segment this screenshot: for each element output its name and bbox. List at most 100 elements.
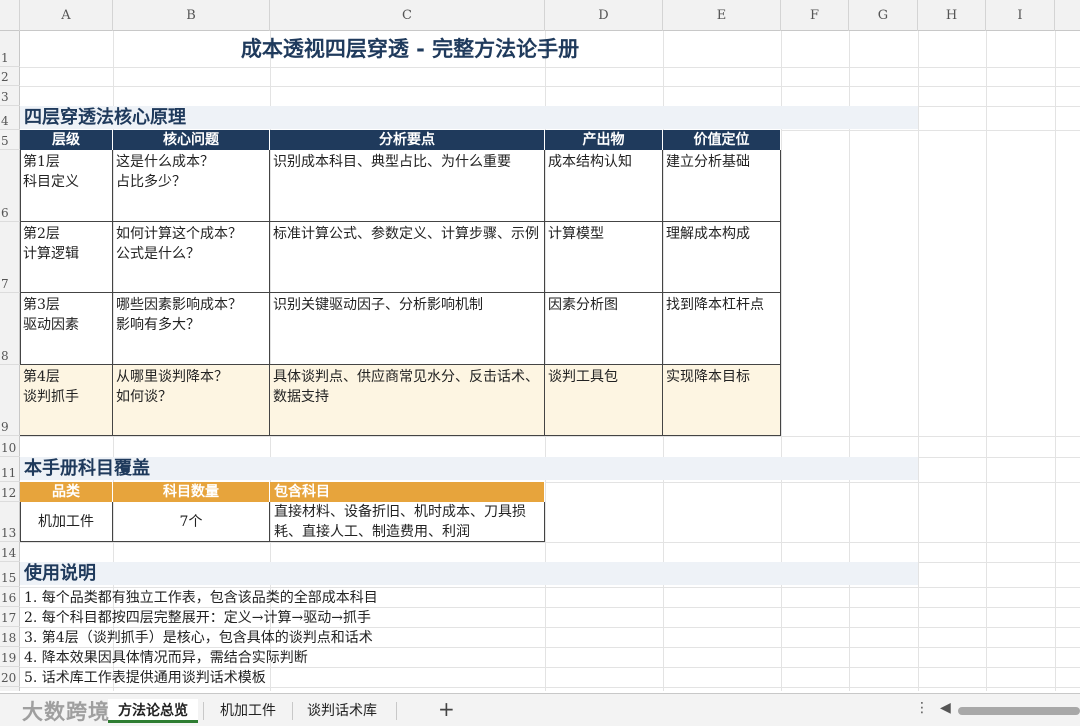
column-header-f[interactable]: F: [781, 0, 849, 31]
row-header[interactable]: 6: [0, 150, 20, 222]
table-cell-output[interactable]: 计算模型: [545, 222, 663, 293]
row-header[interactable]: 1: [0, 31, 20, 67]
row-number: 10: [1, 441, 17, 455]
row-number: 12: [1, 486, 17, 500]
grid-line: [20, 587, 1080, 588]
coverage-cell-category[interactable]: 机加工件: [20, 502, 113, 542]
table-cell-question[interactable]: 从哪里谈判降本？ 如何谈？: [113, 365, 270, 436]
sheet-tab-bar: 方法论总览 机加工件 谈判话术库 + ⋮ ◀: [0, 693, 1080, 726]
section-title-principles[interactable]: 四层穿透法核心原理: [24, 106, 186, 129]
table-cell-level[interactable]: 第3层 驱动因素: [20, 293, 113, 365]
row-number: 20: [1, 671, 17, 685]
row-header[interactable]: 12: [0, 482, 20, 502]
usage-note[interactable]: 5. 话术库工作表提供通用谈判话术模板: [24, 669, 266, 688]
grid-line: [20, 86, 1080, 87]
table-cell-value[interactable]: 找到降本杠杆点: [663, 293, 781, 365]
row-header[interactable]: 5: [0, 130, 20, 150]
section-title-coverage[interactable]: 本手册科目覆盖: [24, 457, 150, 480]
row-number: 11: [1, 466, 17, 480]
row-number: 8: [1, 349, 9, 363]
row-header[interactable]: 11: [0, 457, 20, 482]
column-header-d[interactable]: D: [545, 0, 663, 31]
row-header[interactable]: 19: [0, 647, 20, 667]
table-cell-points[interactable]: 具体谈判点、供应商常见水分、反击话术、数据支持: [270, 365, 545, 436]
table-cell-output[interactable]: 谈判工具包: [545, 365, 663, 436]
row-number: 2: [1, 70, 9, 84]
table-header-output[interactable]: 产出物: [545, 130, 663, 150]
row-header[interactable]: 18: [0, 627, 20, 647]
table-cell-value[interactable]: 理解成本构成: [663, 222, 781, 293]
row-header[interactable]: 14: [0, 542, 20, 562]
row-header[interactable]: 7: [0, 222, 20, 293]
row-number: 1: [1, 51, 9, 65]
column-header-e[interactable]: E: [663, 0, 781, 31]
usage-note[interactable]: 3. 第4层（谈判抓手）是核心，包含具体的谈判点和话术: [24, 629, 373, 648]
tab-separator: [292, 702, 293, 720]
row-number: 15: [1, 571, 17, 585]
table-cell-value[interactable]: 实现降本目标: [663, 365, 781, 436]
row-number: 6: [1, 206, 9, 220]
row-header[interactable]: 2: [0, 67, 20, 86]
usage-note[interactable]: 4. 降本效果因具体情况而异，需结合实际判断: [24, 649, 308, 668]
column-header-i[interactable]: I: [986, 0, 1055, 31]
more-options-icon[interactable]: ⋮: [915, 700, 929, 716]
scroll-left-icon[interactable]: ◀: [940, 700, 951, 716]
table-header-level[interactable]: 层级: [20, 130, 113, 150]
grid-line: [20, 67, 1080, 68]
sheet-tab-machining[interactable]: 机加工件: [210, 699, 286, 723]
table-cell-question[interactable]: 哪些因素影响成本？ 影响有多大？: [113, 293, 270, 365]
sheet-title[interactable]: 成本透视四层穿透 - 完整方法论手册: [20, 31, 800, 67]
section-title-usage[interactable]: 使用说明: [24, 562, 96, 585]
table-cell-question[interactable]: 如何计算这个成本？ 公式是什么？: [113, 222, 270, 293]
row-header[interactable]: 8: [0, 293, 20, 365]
grid-line: [20, 436, 1080, 437]
usage-note[interactable]: 2. 每个科目都按四层完整展开：定义→计算→驱动→抓手: [24, 609, 371, 628]
row-header[interactable]: 10: [0, 436, 20, 457]
table-header-value[interactable]: 价值定位: [663, 130, 781, 150]
row-header[interactable]: 16: [0, 587, 20, 607]
row-header[interactable]: 13: [0, 502, 20, 542]
column-header-a[interactable]: A: [20, 0, 113, 31]
coverage-header-count[interactable]: 科目数量: [113, 482, 270, 502]
column-header-g[interactable]: G: [849, 0, 918, 31]
row-header[interactable]: 17: [0, 607, 20, 627]
row-number: 14: [1, 546, 17, 560]
table-cell-output[interactable]: 成本结构认知: [545, 150, 663, 222]
row-number: 18: [1, 631, 17, 645]
table-cell-question[interactable]: 这是什么成本？ 占比多少？: [113, 150, 270, 222]
usage-note[interactable]: 1. 每个品类都有独立工作表，包含该品类的全部成本科目: [24, 589, 378, 608]
table-header-points[interactable]: 分析要点: [270, 130, 545, 150]
sheet-tab-scripts[interactable]: 谈判话术库: [297, 699, 387, 723]
select-all-corner[interactable]: [0, 0, 20, 31]
column-header-h[interactable]: H: [918, 0, 986, 31]
row-number: 19: [1, 651, 17, 665]
coverage-header-items[interactable]: 包含科目: [270, 482, 545, 502]
row-header[interactable]: 4: [0, 106, 20, 130]
sheet-tab-overview[interactable]: 方法论总览: [108, 699, 198, 723]
table-cell-level[interactable]: 第1层 科目定义: [20, 150, 113, 222]
coverage-header-category[interactable]: 品类: [20, 482, 113, 502]
table-cell-output[interactable]: 因素分析图: [545, 293, 663, 365]
row-header[interactable]: 20: [0, 667, 20, 687]
section-band: [20, 457, 918, 480]
column-header-c[interactable]: C: [270, 0, 545, 31]
add-sheet-button[interactable]: +: [438, 697, 455, 721]
table-cell-points[interactable]: 标准计算公式、参数定义、计算步骤、示例: [270, 222, 545, 293]
row-number: 5: [1, 134, 9, 148]
table-cell-level[interactable]: 第2层 计算逻辑: [20, 222, 113, 293]
coverage-cell-items[interactable]: 直接材料、设备折旧、机时成本、刀具损耗、直接人工、制造费用、利润: [270, 502, 545, 542]
table-header-question[interactable]: 核心问题: [113, 130, 270, 150]
row-header[interactable]: 9: [0, 365, 20, 436]
column-header-b[interactable]: B: [113, 0, 270, 31]
horizontal-scrollbar[interactable]: [958, 707, 1080, 715]
table-cell-points[interactable]: 识别关键驱动因子、分析影响机制: [270, 293, 545, 365]
grid-line: [20, 542, 1080, 543]
table-cell-points[interactable]: 识别成本科目、典型占比、为什么重要: [270, 150, 545, 222]
tab-separator: [203, 702, 204, 720]
coverage-cell-count[interactable]: 7个: [113, 502, 270, 542]
table-cell-value[interactable]: 建立分析基础: [663, 150, 781, 222]
table-cell-level[interactable]: 第4层 谈判抓手: [20, 365, 113, 436]
row-header[interactable]: 15: [0, 562, 20, 587]
row-header[interactable]: 3: [0, 86, 20, 106]
row-number: 16: [1, 591, 17, 605]
